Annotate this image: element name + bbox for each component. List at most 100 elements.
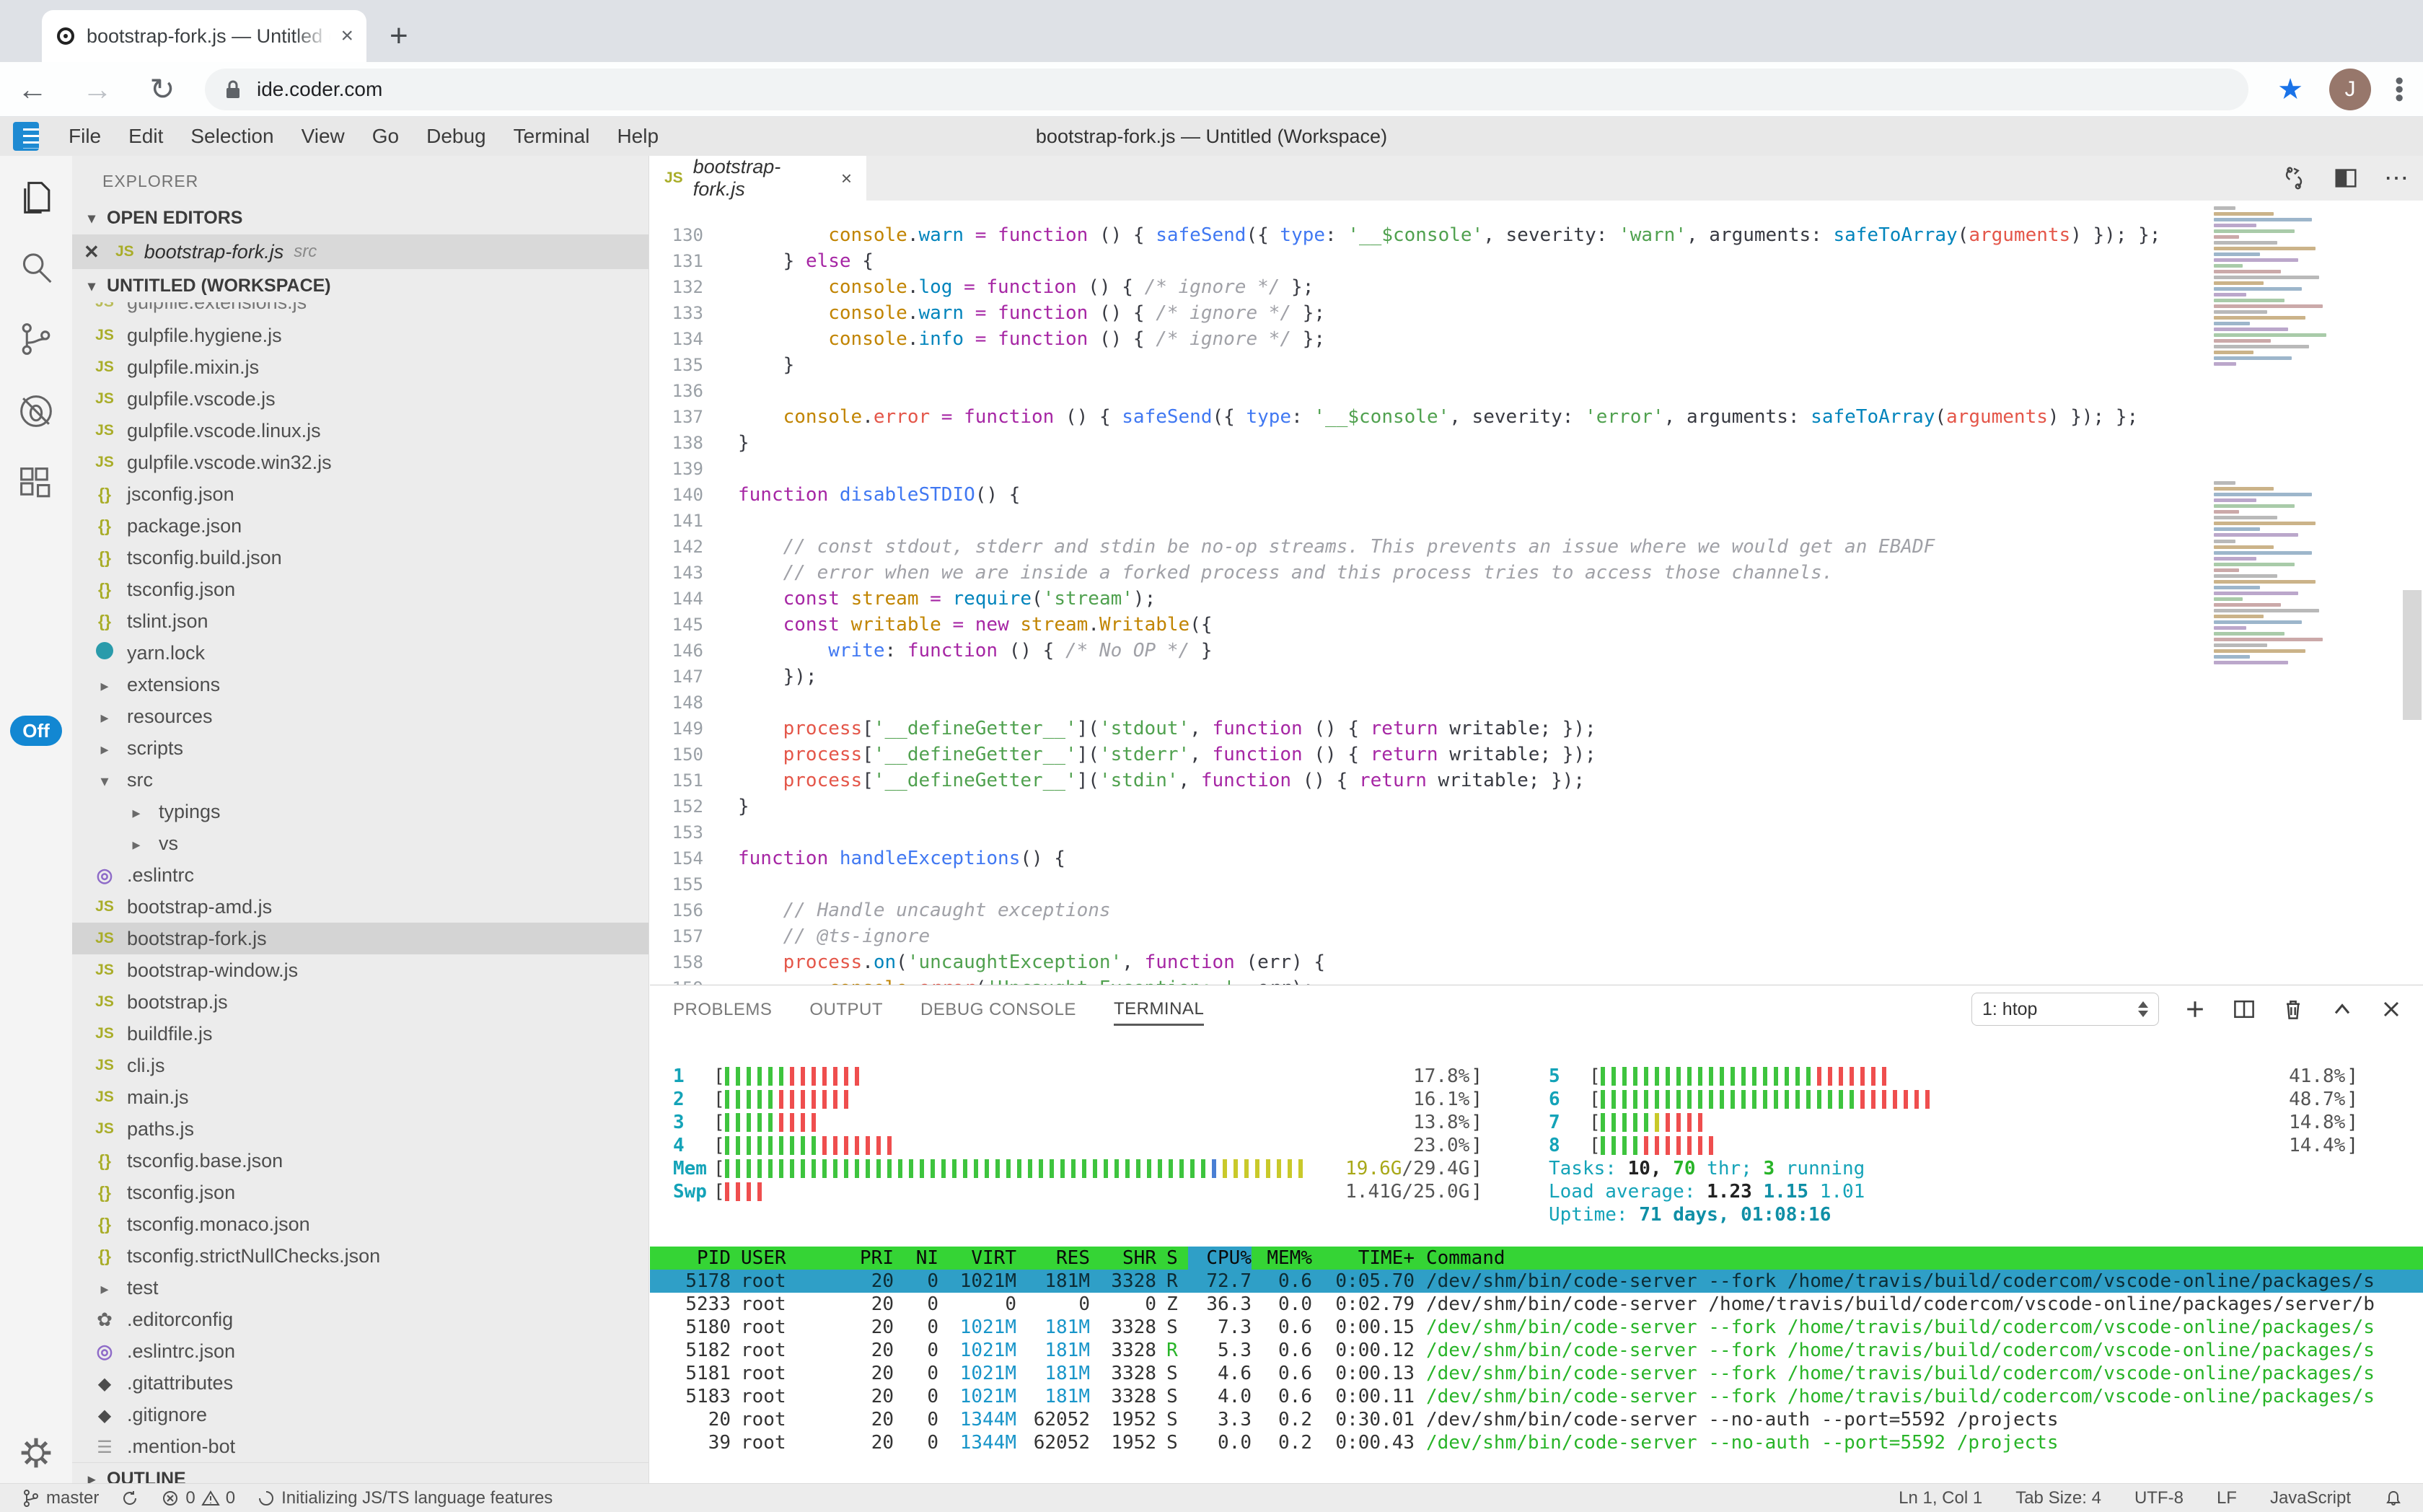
tree-item-bootstrap-window.js[interactable]: JSbootstrap-window.js — [72, 954, 648, 986]
new-terminal-icon[interactable] — [2182, 996, 2208, 1022]
language-status-item[interactable]: Initializing JS/TS language features — [257, 1488, 553, 1508]
tree-item-test[interactable]: ▸test — [72, 1272, 648, 1304]
minimap[interactable] — [2214, 206, 2344, 667]
git-branch-item[interactable]: master — [22, 1488, 99, 1508]
sync-item[interactable] — [120, 1489, 139, 1508]
tree-item-gulpfile.vscode.linux.js[interactable]: JSgulpfile.vscode.linux.js — [72, 415, 648, 447]
tree-item-yarn.lock[interactable]: yarn.lock — [72, 637, 648, 669]
tree-item-scripts[interactable]: ▸scripts — [72, 732, 648, 764]
menu-view[interactable]: View — [288, 125, 359, 148]
back-icon[interactable]: ← — [0, 72, 65, 107]
problems-item[interactable]: 0 0 — [161, 1488, 235, 1508]
bookmark-star-icon[interactable]: ★ — [2277, 73, 2303, 106]
encoding[interactable]: UTF-8 — [2134, 1488, 2184, 1508]
tree-item-typings[interactable]: ▸typings — [72, 796, 648, 827]
htop-process-row-5178[interactable]: 5178root2001021M181M3328R72.70.60:05.70/… — [650, 1270, 2423, 1293]
terminal[interactable]: 1[17.8%]2[16.1%]3[13.8%]4[23.0%]Mem[19.6… — [650, 1032, 2423, 1483]
tree-item-vs[interactable]: ▸vs — [72, 827, 648, 859]
menu-selection[interactable]: Selection — [177, 125, 287, 148]
settings-gear-icon[interactable] — [16, 1433, 56, 1473]
open-editors-header[interactable]: ▾ OPEN EDITORS — [72, 201, 648, 234]
menu-debug[interactable]: Debug — [413, 125, 500, 148]
tree-item-bootstrap-fork.js[interactable]: JSbootstrap-fork.js — [72, 923, 648, 954]
tree-item-paths.js[interactable]: JSpaths.js — [72, 1113, 648, 1145]
language-mode[interactable]: JavaScript — [2270, 1488, 2351, 1508]
tree-item-resources[interactable]: ▸resources — [72, 700, 648, 732]
tree-item-.gitignore[interactable]: ◆.gitignore — [72, 1399, 648, 1430]
sync-changes-icon[interactable] — [2280, 164, 2308, 192]
tree-item-tsconfig.json[interactable]: {}tsconfig.json — [72, 1177, 648, 1208]
tree-item-gulpfile.vscode.js[interactable]: JSgulpfile.vscode.js — [72, 383, 648, 415]
eol[interactable]: LF — [2217, 1488, 2237, 1508]
close-icon[interactable]: ✕ — [84, 241, 105, 263]
more-actions-icon[interactable]: ⋯ — [2384, 164, 2409, 193]
tree-item-gulpfile.mixin.js[interactable]: JSgulpfile.mixin.js — [72, 351, 648, 383]
htop-process-row-39[interactable]: 39root2001344M620521952S0.00.20:00.43/de… — [650, 1431, 2423, 1454]
tree-item-tsconfig.monaco.json[interactable]: {}tsconfig.monaco.json — [72, 1208, 648, 1240]
menu-go[interactable]: Go — [359, 125, 413, 148]
split-terminal-icon[interactable] — [2231, 996, 2257, 1022]
open-editor-item[interactable]: ✕ JS bootstrap-fork.js src — [72, 234, 648, 269]
tree-item-tsconfig.json[interactable]: {}tsconfig.json — [72, 573, 648, 605]
htop-process-row-20[interactable]: 20root2001344M620521952S3.30.20:30.01/de… — [650, 1408, 2423, 1431]
tree-item-gulpfile.vscode.win32.js[interactable]: JSgulpfile.vscode.win32.js — [72, 447, 648, 478]
extensions-icon[interactable] — [16, 463, 56, 504]
tree-item-.gitattributes[interactable]: ◆.gitattributes — [72, 1367, 648, 1399]
tab-size[interactable]: Tab Size: 4 — [2015, 1488, 2101, 1508]
code-editor[interactable]: 130 console.warn = function () { safeSen… — [650, 201, 2423, 985]
tree-item-.eslintrc[interactable]: ◎.eslintrc — [72, 859, 648, 891]
tree-item-main.js[interactable]: JSmain.js — [72, 1081, 648, 1113]
source-control-icon[interactable] — [16, 319, 56, 359]
tree-item-.eslintrc.json[interactable]: ◎.eslintrc.json — [72, 1335, 648, 1367]
new-tab-button[interactable]: + — [390, 20, 408, 52]
tree-item-gulpfile.extensions.js[interactable]: JSgulpfile.extensions.js — [72, 302, 648, 320]
tree-item-tsconfig.base.json[interactable]: {}tsconfig.base.json — [72, 1145, 648, 1177]
status-off-badge[interactable]: Off — [10, 716, 62, 746]
panel-tab-terminal[interactable]: TERMINAL — [1114, 992, 1204, 1026]
tree-item-buildfile.js[interactable]: JSbuildfile.js — [72, 1018, 648, 1050]
tree-item-extensions[interactable]: ▸extensions — [72, 669, 648, 700]
menu-file[interactable]: File — [55, 125, 115, 148]
tree-item-tslint.json[interactable]: {}tslint.json — [72, 605, 648, 637]
tree-item-package.json[interactable]: {}package.json — [72, 510, 648, 542]
terminal-select[interactable]: 1: htop — [1971, 993, 2159, 1026]
editor-tab[interactable]: JS bootstrap-fork.js × — [650, 156, 866, 201]
htop-process-row-5180[interactable]: 5180root2001021M181M3328S7.30.60:00.15/d… — [650, 1316, 2423, 1339]
split-editor-icon[interactable] — [2332, 164, 2360, 192]
tree-item-gulpfile.hygiene.js[interactable]: JSgulpfile.hygiene.js — [72, 320, 648, 351]
explorer-icon[interactable] — [16, 177, 56, 218]
bell-icon[interactable] — [2384, 1489, 2403, 1508]
editor-scrollbar[interactable] — [2403, 590, 2422, 720]
menu-terminal[interactable]: Terminal — [500, 125, 604, 148]
address-bar[interactable]: ide.coder.com — [205, 69, 2248, 110]
browser-menu-icon[interactable]: ••• — [2393, 76, 2406, 102]
panel-tab-problems[interactable]: PROBLEMS — [673, 993, 772, 1024]
htop-process-row-5233[interactable]: 5233root200000Z36.30.00:02.79/dev/shm/bi… — [650, 1293, 2423, 1316]
debug-off-icon[interactable] — [16, 391, 56, 431]
tree-item-jsconfig.json[interactable]: {}jsconfig.json — [72, 478, 648, 510]
cursor-position[interactable]: Ln 1, Col 1 — [1899, 1488, 1982, 1508]
panel-tab-debug-console[interactable]: DEBUG CONSOLE — [920, 993, 1076, 1024]
avatar[interactable]: J — [2329, 69, 2371, 110]
tree-item-cli.js[interactable]: JScli.js — [72, 1050, 648, 1081]
htop-process-row-5182[interactable]: 5182root2001021M181M3328R5.30.60:00.12/d… — [650, 1339, 2423, 1362]
htop-process-row-5181[interactable]: 5181root2001021M181M3328S4.60.60:00.13/d… — [650, 1362, 2423, 1385]
tree-item-bootstrap.js[interactable]: JSbootstrap.js — [72, 986, 648, 1018]
tree-item-tsconfig.strictNullChecks.json[interactable]: {}tsconfig.strictNullChecks.json — [72, 1240, 648, 1272]
menu-help[interactable]: Help — [603, 125, 672, 148]
panel-tab-output[interactable]: OUTPUT — [809, 993, 883, 1024]
tree-item-src[interactable]: ▾src — [72, 764, 648, 796]
tree-item-bootstrap-amd.js[interactable]: JSbootstrap-amd.js — [72, 891, 648, 923]
htop-process-row-5183[interactable]: 5183root2001021M181M3328S4.00.60:00.11/d… — [650, 1385, 2423, 1408]
close-icon[interactable]: × — [841, 167, 852, 190]
tree-item-.editorconfig[interactable]: ✿.editorconfig — [72, 1304, 648, 1335]
tab-close-icon[interactable]: × — [340, 25, 353, 47]
reload-icon[interactable]: ↻ — [130, 71, 195, 107]
forward-icon[interactable]: → — [65, 72, 130, 107]
maximize-panel-icon[interactable] — [2329, 996, 2355, 1022]
tree-item-tsconfig.build.json[interactable]: {}tsconfig.build.json — [72, 542, 648, 573]
close-panel-icon[interactable] — [2378, 996, 2404, 1022]
outline-header[interactable]: ▸ OUTLINE — [72, 1462, 648, 1483]
menu-edit[interactable]: Edit — [115, 125, 177, 148]
tree-item-.mention-bot[interactable]: ☰.mention-bot — [72, 1430, 648, 1462]
